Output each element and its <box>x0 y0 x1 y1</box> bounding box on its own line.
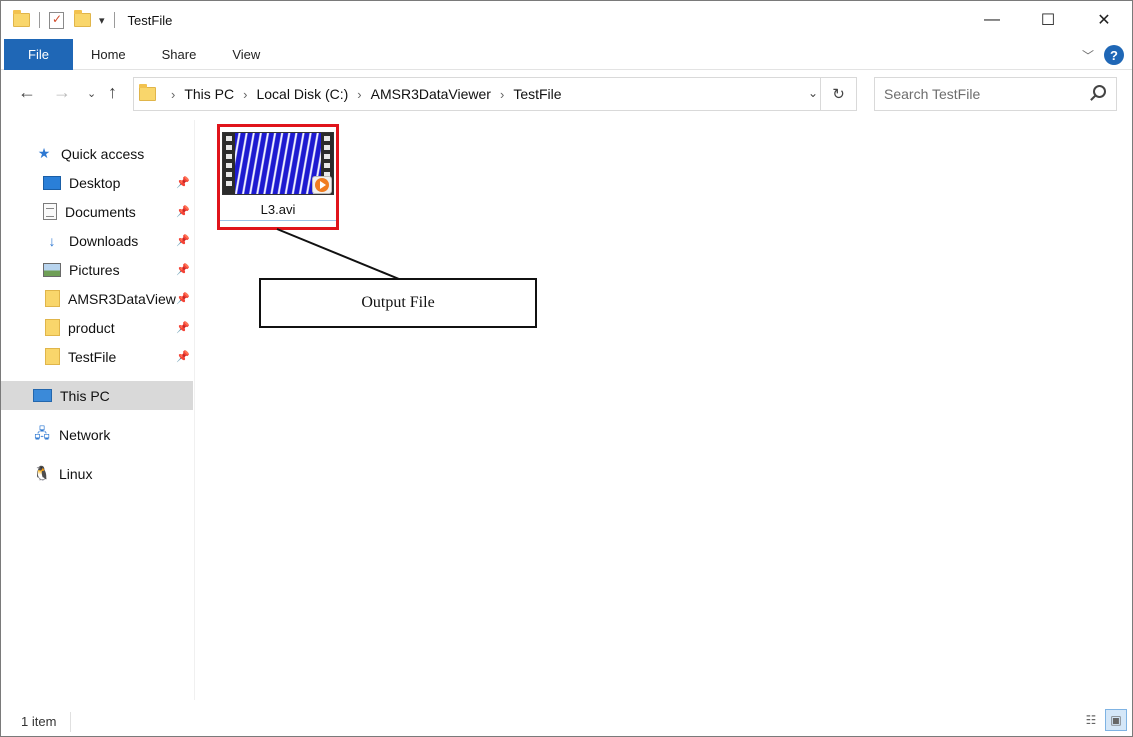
sidebar-item-documents[interactable]: Documents 📌 <box>1 197 193 226</box>
pin-icon[interactable]: 📌 <box>176 263 190 276</box>
help-icon[interactable]: ? <box>1104 45 1124 65</box>
breadcrumb-separator-icon[interactable]: › <box>171 87 175 102</box>
sidebar-item-network[interactable]: 🖧 Network <box>1 420 193 449</box>
sidebar-item-label: This PC <box>60 387 110 404</box>
close-button[interactable]: ✕ <box>1076 1 1132 39</box>
sidebar-item-this-pc[interactable]: This PC <box>1 381 193 410</box>
sidebar-item-label: Network <box>59 426 111 443</box>
refresh-icon[interactable]: ↻ <box>820 78 856 110</box>
sidebar-item-label: Desktop <box>69 174 121 191</box>
star-icon: ★ <box>37 145 51 161</box>
window-title: TestFile <box>127 12 173 28</box>
tab-view[interactable]: View <box>214 39 278 70</box>
tab-share[interactable]: Share <box>144 39 215 70</box>
toolbar-divider <box>39 12 40 28</box>
ribbon-right-controls: ﹀ ? <box>1082 45 1124 65</box>
breadcrumb-separator-icon[interactable]: › <box>243 87 247 102</box>
breadcrumb-separator-icon[interactable]: › <box>500 87 504 102</box>
back-arrow-icon[interactable]: ← <box>18 82 36 103</box>
customize-toolbar-dropdown[interactable]: ▾ <box>99 14 105 27</box>
folder-icon <box>45 348 60 365</box>
annotation-callout: Output File <box>259 278 537 328</box>
search-icon[interactable] <box>1093 85 1106 98</box>
tab-home[interactable]: Home <box>73 39 144 70</box>
navigation-pane: ★ Quick access Desktop 📌 Documents 📌 ↓ D… <box>1 120 195 700</box>
maximize-button[interactable]: ☐ <box>1020 1 1076 39</box>
sidebar-item-label: TestFile <box>68 348 117 365</box>
sidebar-item-desktop[interactable]: Desktop 📌 <box>1 168 193 197</box>
documents-icon <box>43 203 57 220</box>
computer-icon <box>33 389 52 402</box>
sidebar-item-label: Linux <box>59 465 93 482</box>
pin-icon[interactable]: 📌 <box>176 292 190 305</box>
window-controls: — ☐ ✕ <box>964 1 1132 39</box>
folder-icon <box>45 319 60 336</box>
folder-icon <box>13 10 30 27</box>
sidebar-item-label: Quick access <box>61 145 145 162</box>
sidebar-item-label: Downloads <box>69 232 139 249</box>
folder-icon <box>139 84 156 101</box>
up-arrow-icon[interactable]: ↑ <box>108 82 117 103</box>
folder-icon <box>45 290 60 307</box>
pin-icon[interactable]: 📌 <box>176 205 190 218</box>
breadcrumb-this-pc[interactable]: This PC <box>184 86 234 102</box>
address-bar[interactable]: › This PC › Local Disk (C:) › AMSR3DataV… <box>133 77 857 111</box>
sidebar-item-label: product <box>68 319 115 336</box>
network-icon: 🖧 <box>34 424 50 441</box>
file-explorer-window: ▾ TestFile — ☐ ✕ File Home Share View ﹀ … <box>0 0 1133 737</box>
sidebar-item-testfile[interactable]: TestFile 📌 <box>1 342 193 371</box>
desktop-icon <box>43 175 61 190</box>
expand-ribbon-chevron-icon[interactable]: ﹀ <box>1082 47 1094 64</box>
sidebar-item-quick-access[interactable]: ★ Quick access <box>1 139 193 168</box>
sidebar-item-linux[interactable]: 🐧 Linux <box>1 459 193 488</box>
forward-arrow-icon[interactable]: → <box>53 82 71 103</box>
search-box <box>874 77 1117 111</box>
breadcrumb-amsr3dataviewer[interactable]: AMSR3DataViewer <box>371 86 491 102</box>
sidebar-item-label: Documents <box>65 203 136 220</box>
pictures-icon <box>43 262 61 277</box>
view-switcher: ☷ ▣ <box>1080 709 1127 731</box>
toolbar-divider <box>113 12 115 28</box>
search-input[interactable] <box>875 86 1075 102</box>
ribbon-tabs: File Home Share View ﹀ ? <box>1 38 1132 70</box>
large-icons-view-icon[interactable]: ▣ <box>1105 709 1127 731</box>
annotation-label: Output File <box>361 294 435 311</box>
annotation-pointer-line <box>276 228 400 280</box>
address-dropdown-chevron-icon[interactable]: ⌄ <box>808 86 818 100</box>
breadcrumb-separator-icon[interactable]: › <box>357 87 361 102</box>
breadcrumb: › This PC › Local Disk (C:) › AMSR3DataV… <box>162 86 562 102</box>
details-view-icon[interactable]: ☷ <box>1080 709 1102 731</box>
pin-icon[interactable]: 📌 <box>176 321 190 334</box>
sidebar-item-amsr3dataviewer[interactable]: AMSR3DataView 📌 <box>1 284 193 313</box>
sidebar-item-label: AMSR3DataView <box>68 290 176 307</box>
sidebar-item-pictures[interactable]: Pictures 📌 <box>1 255 193 284</box>
pin-icon[interactable]: 📌 <box>176 234 190 247</box>
downloads-icon: ↓ <box>48 232 56 249</box>
properties-icon[interactable] <box>49 11 64 29</box>
pin-icon[interactable]: 📌 <box>176 176 190 189</box>
quick-access-toolbar: ▾ <box>13 10 120 29</box>
minimize-button[interactable]: — <box>964 1 1020 39</box>
recent-locations-chevron-icon[interactable]: ⌄ <box>87 87 96 100</box>
sidebar-item-label: Pictures <box>69 261 120 278</box>
navigation-row: ← → ⌄ ↑ › This PC › Local Disk (C:) › AM… <box>1 74 1132 114</box>
sidebar-item-product[interactable]: product 📌 <box>1 313 193 342</box>
title-bar: ▾ TestFile — ☐ ✕ <box>1 1 1132 39</box>
linux-penguin-icon: 🐧 <box>33 465 51 481</box>
status-divider <box>70 711 72 732</box>
item-count: 1 item <box>21 714 57 729</box>
file-list-pane: L3.avi Output File <box>201 120 1131 700</box>
tab-file[interactable]: File <box>4 38 73 70</box>
breadcrumb-testfile[interactable]: TestFile <box>513 86 561 102</box>
breadcrumb-local-disk[interactable]: Local Disk (C:) <box>256 86 348 102</box>
new-folder-icon[interactable] <box>74 10 91 27</box>
status-bar: 1 item ☷ ▣ <box>1 707 1132 736</box>
sidebar-item-downloads[interactable]: ↓ Downloads 📌 <box>1 226 193 255</box>
pin-icon[interactable]: 📌 <box>176 350 190 363</box>
